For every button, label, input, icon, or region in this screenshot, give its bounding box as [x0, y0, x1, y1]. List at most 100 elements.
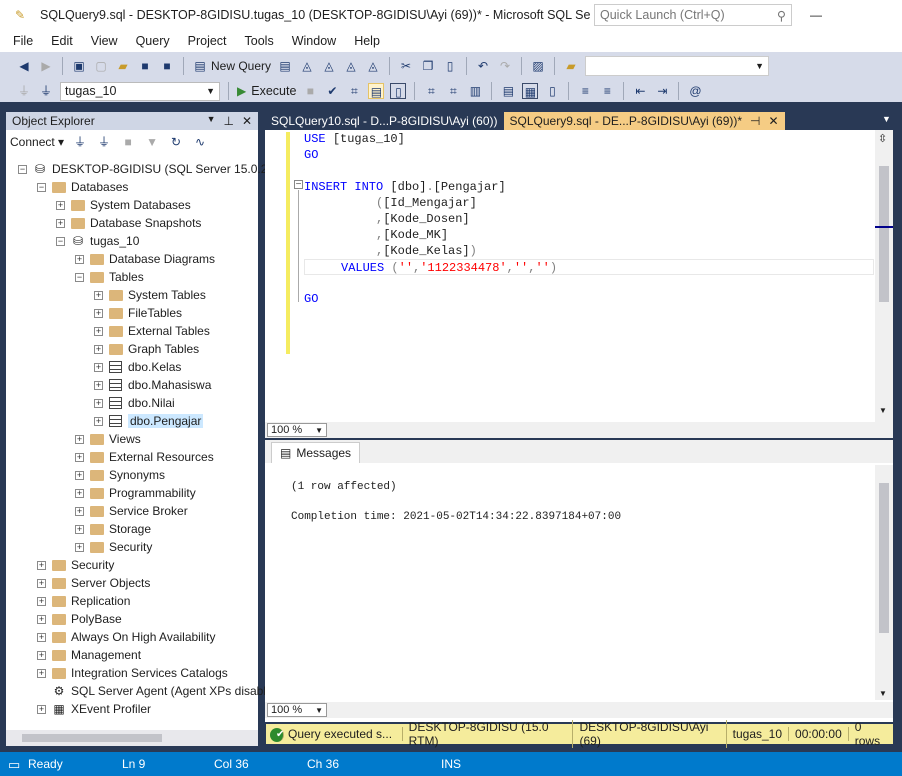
- expand-icon[interactable]: +: [94, 416, 103, 426]
- comment-icon[interactable]: ≡: [577, 83, 593, 99]
- expand-icon[interactable]: +: [94, 326, 103, 336]
- tree-node[interactable]: + System Tables: [94, 286, 206, 304]
- tree-node[interactable]: + ▦ XEvent Profiler: [37, 700, 151, 718]
- disconnect-icon[interactable]: ⏚: [96, 134, 112, 150]
- results-to-text-icon[interactable]: ▤: [500, 83, 516, 99]
- tree-node[interactable]: + Synonyms: [75, 466, 165, 484]
- intellisense-icon[interactable]: ▯: [390, 83, 407, 99]
- expand-icon[interactable]: +: [94, 380, 103, 390]
- tree-node[interactable]: + FileTables: [94, 304, 182, 322]
- connect-icon[interactable]: ⏚: [16, 83, 32, 99]
- expand-icon[interactable]: +: [37, 668, 46, 678]
- vertical-scrollbar[interactable]: ⇳ ▼: [875, 130, 893, 422]
- tree-node[interactable]: + External Resources: [75, 448, 214, 466]
- results-zoom-select[interactable]: 100 % ▼: [267, 703, 327, 717]
- tree-node[interactable]: ⚙ SQL Server Agent (Agent XPs disabl: [37, 682, 266, 700]
- menu-view[interactable]: View: [82, 34, 127, 48]
- uncomment-icon[interactable]: ≡: [599, 83, 615, 99]
- execute-button[interactable]: ▶ Execute: [237, 84, 296, 98]
- tree-node[interactable]: + Server Objects: [37, 574, 150, 592]
- expand-icon[interactable]: +: [94, 398, 103, 408]
- collapse-icon[interactable]: −: [37, 182, 46, 192]
- expand-icon[interactable]: +: [37, 560, 46, 570]
- tree-node[interactable]: + Storage: [75, 520, 151, 538]
- tree-node[interactable]: − ⛁ tugas_10: [56, 232, 139, 250]
- results-to-grid-icon[interactable]: ▦: [522, 83, 539, 99]
- dax-query-icon[interactable]: ◬: [365, 58, 381, 74]
- expand-icon[interactable]: +: [75, 542, 84, 552]
- menu-help[interactable]: Help: [345, 34, 389, 48]
- expand-icon[interactable]: +: [37, 578, 46, 588]
- query-editor[interactable]: − USE [tugas_10] GO INSERT INTO [dbo].[Pen…: [265, 130, 893, 422]
- refresh-icon[interactable]: ↻: [168, 134, 184, 150]
- editor-zoom-select[interactable]: 100 % ▼: [267, 423, 327, 437]
- expand-icon[interactable]: +: [56, 218, 65, 228]
- tree-node[interactable]: + Graph Tables: [94, 340, 199, 358]
- change-connection-icon[interactable]: ⏚: [38, 83, 54, 99]
- tree-node[interactable]: − Tables: [75, 268, 144, 286]
- tree-node[interactable]: + System Databases: [56, 196, 191, 214]
- quick-launch-input[interactable]: Quick Launch (Ctrl+Q) ⚲: [594, 4, 792, 26]
- expand-icon[interactable]: +: [56, 200, 65, 210]
- menu-project[interactable]: Project: [179, 34, 236, 48]
- tree-node[interactable]: + Database Snapshots: [56, 214, 201, 232]
- add-item-icon[interactable]: ▢: [93, 58, 109, 74]
- actual-plan-icon[interactable]: ⌗: [423, 83, 439, 99]
- menu-query[interactable]: Query: [127, 34, 179, 48]
- find-icon[interactable]: ▰: [563, 58, 579, 74]
- collapse-region-icon[interactable]: −: [294, 180, 303, 190]
- expand-icon[interactable]: +: [94, 344, 103, 354]
- live-stats-icon[interactable]: ⌗: [445, 83, 461, 99]
- expand-icon[interactable]: +: [94, 308, 103, 318]
- menu-file[interactable]: File: [4, 34, 42, 48]
- menu-edit[interactable]: Edit: [42, 34, 82, 48]
- expand-icon[interactable]: +: [37, 704, 46, 714]
- connect-icon[interactable]: ⏚: [72, 134, 88, 150]
- expand-icon[interactable]: +: [75, 434, 84, 444]
- new-query-button[interactable]: ▤ New Query: [192, 58, 271, 74]
- tree-node[interactable]: − Databases: [37, 178, 128, 196]
- cut-icon[interactable]: ✂: [398, 58, 414, 74]
- forward-icon[interactable]: ▶: [38, 58, 54, 74]
- expand-icon[interactable]: +: [75, 524, 84, 534]
- save-all-icon[interactable]: ■: [159, 58, 175, 74]
- close-tab-icon[interactable]: ✕: [768, 114, 778, 128]
- find-combobox[interactable]: ▼: [585, 56, 770, 76]
- back-icon[interactable]: ◀: [16, 58, 32, 74]
- pin-icon[interactable]: ⊥: [223, 114, 233, 128]
- paste-icon[interactable]: ▯: [442, 58, 458, 74]
- redo-icon[interactable]: ↷: [497, 58, 513, 74]
- collapse-icon[interactable]: −: [75, 272, 84, 282]
- results-to-file-icon[interactable]: ▯: [544, 83, 560, 99]
- save-icon[interactable]: ■: [137, 58, 153, 74]
- expand-icon[interactable]: +: [75, 470, 84, 480]
- tree-node[interactable]: + Database Diagrams: [75, 250, 215, 268]
- cancel-query-icon[interactable]: ■: [302, 83, 318, 99]
- tree-node[interactable]: + Replication: [37, 592, 130, 610]
- document-tab[interactable]: SQLQuery9.sql - DE...P-8GIDISU\Ayi (69))…: [503, 112, 785, 130]
- specify-values-icon[interactable]: @: [687, 83, 703, 99]
- menu-tools[interactable]: Tools: [236, 34, 283, 48]
- pin-icon[interactable]: ⊣: [750, 114, 760, 128]
- copy-icon[interactable]: ❐: [420, 58, 436, 74]
- stop-icon[interactable]: ■: [120, 134, 136, 150]
- tree-node[interactable]: − ⛁ DESKTOP-8GIDISU (SQL Server 15.0.200: [18, 160, 281, 178]
- dmx-query-icon[interactable]: ◬: [321, 58, 337, 74]
- expand-icon[interactable]: +: [75, 254, 84, 264]
- tree-node[interactable]: + Always On High Availability: [37, 628, 216, 646]
- xmla-query-icon[interactable]: ◬: [343, 58, 359, 74]
- client-stats-icon[interactable]: ▥: [467, 83, 483, 99]
- tree-node[interactable]: + Views: [75, 430, 141, 448]
- tree-node[interactable]: + Service Broker: [75, 502, 188, 520]
- tree-node[interactable]: + Integration Services Catalogs: [37, 664, 228, 682]
- activity-icon[interactable]: ∿: [192, 134, 208, 150]
- tree-node[interactable]: + dbo.Nilai: [94, 394, 175, 412]
- tree-node[interactable]: + Security: [37, 556, 114, 574]
- close-icon[interactable]: ✕: [242, 114, 252, 128]
- split-icon[interactable]: ⇳: [878, 132, 887, 145]
- connect-button[interactable]: Connect ▾: [10, 135, 64, 149]
- tree-node[interactable]: + dbo.Pengajar: [94, 412, 204, 430]
- query-options-icon[interactable]: ▤: [368, 83, 385, 99]
- estimated-plan-icon[interactable]: ⌗: [346, 83, 362, 99]
- tree-node[interactable]: + Security: [75, 538, 152, 556]
